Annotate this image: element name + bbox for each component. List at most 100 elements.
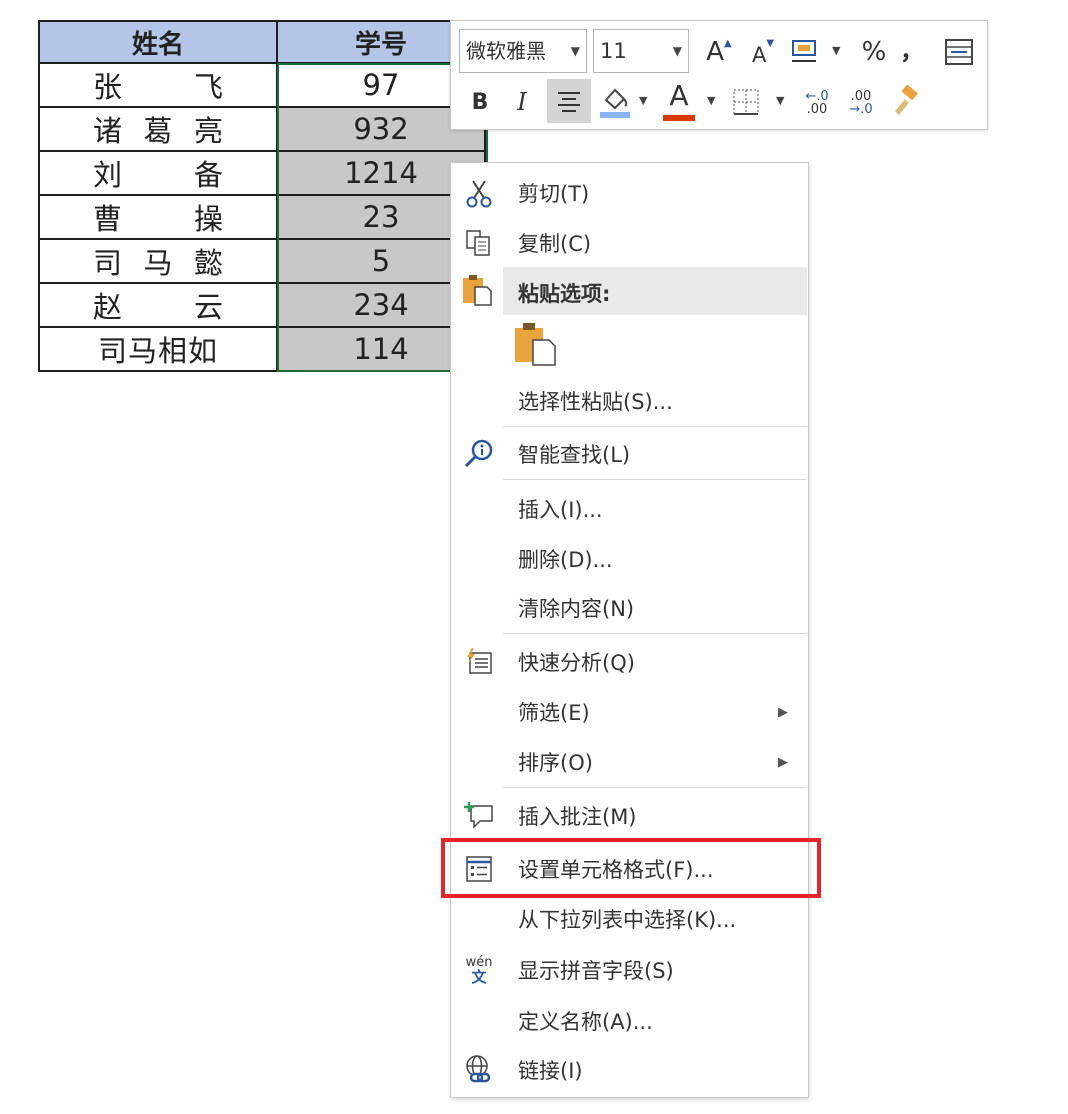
context-menu: 剪切(T) 复制(C) 粘贴选项: 选择性粘贴(S)... 智能查找(L) 插入…	[450, 162, 809, 1098]
name-text: 司马相如	[97, 334, 218, 368]
table-row: 司马相如 114	[38, 326, 486, 372]
font-color-bar	[663, 115, 695, 121]
name-char: 亮	[193, 114, 223, 148]
menu-item-show-phonetic[interactable]: wén 文 显示拼音字段(S)	[451, 945, 808, 995]
table-row: 赵云 234	[38, 282, 486, 328]
menu-item-quick-analysis[interactable]: 快速分析(Q)	[451, 637, 808, 687]
align-center-icon	[558, 92, 580, 112]
menu-item-insert-comment[interactable]: 插入批注(M)	[451, 791, 808, 841]
format-cells-icon	[461, 851, 497, 887]
menu-item-label: 从下拉列表中选择(K)...	[518, 908, 737, 932]
name-cell[interactable]: 诸葛亮	[38, 106, 278, 152]
increase-decimal-button[interactable]: ←.0 .00	[799, 83, 835, 123]
format-painter-button[interactable]	[887, 81, 923, 121]
name-cell[interactable]: 赵云	[38, 282, 278, 328]
table-row: 张飞 97	[38, 62, 486, 108]
comment-icon	[461, 798, 497, 834]
decrease-decimal-bottom: →.0	[849, 102, 873, 117]
header-row: 姓名 学号	[38, 20, 486, 64]
table-row: 诸葛亮 932	[38, 106, 486, 152]
menu-item-paste-special[interactable]: 选择性粘贴(S)...	[451, 376, 808, 426]
chevron-down-icon: ▼	[832, 44, 841, 57]
spreadsheet-table: 姓名 学号 张飞 97 诸葛亮 932 刘备 1214 曹操 23 司马懿 5 …	[38, 20, 486, 372]
paste-option-keep-formatting[interactable]	[513, 321, 557, 367]
name-char: 云	[193, 290, 223, 324]
name-char: 飞	[193, 70, 223, 104]
name-cell[interactable]: 司马相如	[38, 326, 278, 372]
font-size-select[interactable]: 11 ▼	[593, 29, 689, 73]
bold-button[interactable]: B	[465, 83, 495, 121]
borders-button[interactable]	[729, 83, 763, 121]
clipboard-paste-icon	[461, 273, 497, 309]
name-cell[interactable]: 张飞	[38, 62, 278, 108]
font-name-select[interactable]: 微软雅黑 ▼	[459, 29, 587, 73]
percent-button[interactable]: %	[855, 33, 893, 71]
menu-item-sort[interactable]: 排序(O) ▶	[451, 737, 808, 787]
caret-up-icon: ▲	[724, 37, 732, 49]
italic-button[interactable]: I	[507, 83, 537, 121]
fill-color-button[interactable]	[597, 79, 633, 123]
menu-item-format-cells[interactable]: 设置单元格格式(F)...	[451, 844, 808, 894]
menu-item-label: 智能查找(L)	[518, 443, 631, 467]
center-align-button[interactable]	[547, 79, 591, 123]
accounting-format-icon	[792, 40, 816, 62]
shrink-font-icon: A	[751, 43, 767, 67]
comma-style-button[interactable]: ，	[897, 29, 927, 67]
name-cell[interactable]: 刘备	[38, 150, 278, 196]
menu-item-filter[interactable]: 筛选(E) ▶	[451, 687, 808, 737]
chevron-down-icon: ▼	[639, 94, 648, 107]
header-name[interactable]: 姓名	[38, 20, 278, 64]
scissors-icon	[461, 175, 497, 211]
merge-center-button[interactable]	[939, 33, 979, 71]
chevron-down-icon: ▼	[707, 94, 716, 107]
menu-separator	[503, 787, 807, 788]
menu-item-link[interactable]: 链接(I)	[451, 1045, 808, 1095]
menu-item-label: 设置单元格格式(F)...	[518, 858, 714, 882]
menu-item-label: 筛选(E)	[518, 701, 590, 725]
font-color-letter: A	[669, 79, 689, 112]
menu-separator	[503, 633, 807, 634]
chevron-right-icon: ▶	[778, 754, 788, 770]
menu-item-insert[interactable]: 插入(I)...	[451, 484, 808, 534]
menu-item-delete[interactable]: 删除(D)...	[451, 534, 808, 584]
name-char: 马	[143, 246, 173, 280]
menu-item-cut[interactable]: 剪切(T)	[451, 168, 808, 218]
grow-font-button[interactable]: A ▲	[701, 33, 737, 71]
menu-item-copy[interactable]: 复制(C)	[451, 218, 808, 268]
globe-link-icon	[461, 1052, 497, 1088]
mini-toolbar: 微软雅黑 ▼ 11 ▼ A ▲ A ▼ ▼ % ， B I ▼ A ▼ ▼ ←.…	[450, 20, 988, 130]
name-cell[interactable]: 司马懿	[38, 238, 278, 284]
table-row: 刘备 1214	[38, 150, 486, 196]
name-char: 葛	[143, 114, 173, 148]
name-char: 诸	[93, 114, 123, 148]
paste-options-label: 粘贴选项:	[518, 282, 611, 306]
chevron-right-icon: ▶	[778, 704, 788, 720]
font-color-button[interactable]: A	[661, 79, 697, 123]
name-cell[interactable]: 曹操	[38, 194, 278, 240]
menu-item-pick-from-list[interactable]: 从下拉列表中选择(K)...	[451, 894, 808, 944]
menu-item-define-name[interactable]: 定义名称(A)...	[451, 996, 808, 1046]
shrink-font-button[interactable]: A ▼	[745, 33, 781, 71]
borders-icon	[733, 89, 759, 115]
chevron-down-icon: ▼	[570, 44, 580, 58]
name-char: 张	[93, 70, 123, 104]
table-row: 司马懿 5	[38, 238, 486, 284]
menu-item-label: 插入(I)...	[518, 498, 603, 522]
menu-item-label: 显示拼音字段(S)	[518, 959, 674, 983]
merge-cells-icon	[945, 39, 973, 65]
quick-analysis-icon	[461, 644, 497, 680]
caret-down-icon: ▼	[766, 37, 775, 49]
decrease-decimal-button[interactable]: .00 →.0	[843, 83, 879, 123]
increase-decimal-bottom: .00	[806, 102, 828, 117]
menu-item-clear-contents[interactable]: 清除内容(N)	[451, 583, 808, 633]
accounting-format-button[interactable]	[787, 33, 827, 71]
name-char: 刘	[93, 158, 123, 192]
menu-item-smart-lookup[interactable]: 智能查找(L)	[451, 429, 808, 479]
paint-bucket-icon	[600, 88, 630, 118]
menu-item-label: 插入批注(M)	[518, 805, 637, 829]
menu-item-label: 删除(D)...	[518, 548, 613, 572]
table-row: 曹操 23	[38, 194, 486, 240]
font-name-value: 微软雅黑	[466, 39, 546, 63]
phonetic-icon-bottom: 文	[471, 968, 487, 986]
name-char: 赵	[93, 290, 123, 324]
